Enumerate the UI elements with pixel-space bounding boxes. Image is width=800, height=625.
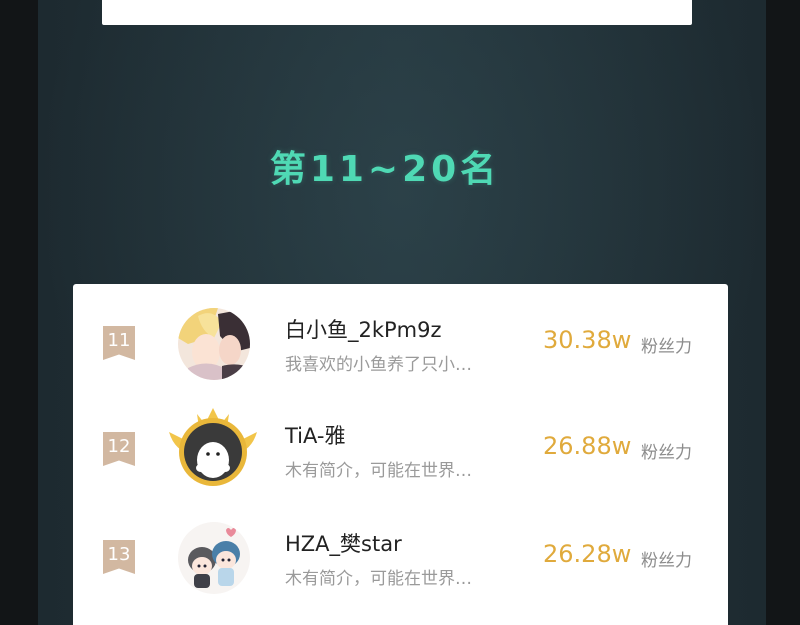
user-name[interactable]: TiA-雅 [285,420,346,450]
user-bio: 我喜欢的小鱼养了只小… [285,355,472,375]
user-name[interactable]: HZA_樊star [285,528,402,558]
section-title: 第11~20名 [269,149,501,190]
fan-power-label: 粉丝力 [641,551,692,571]
ranking-row-12[interactable]: 12 TiA-雅 木有简介，可能在世界… 26.88w 粉丝力 [73,394,728,494]
previous-section-card [102,0,692,25]
page: 第11~20名 11 白小鱼_2kPm9z 我喜欢的小鱼养了只小… 30.38w [0,0,800,625]
user-name[interactable]: 白小鱼_2kPm9z [285,314,442,344]
avatar-anime-couple-icon[interactable] [178,308,250,380]
rank-badge: 13 [103,540,135,574]
fan-power-label: 粉丝力 [641,337,692,357]
rank-badge: 11 [103,326,135,360]
ranking-row-13[interactable]: 13 HZA_樊star 木有简介，可能在世界… 26.28w 粉丝力 [73,502,728,602]
user-bio: 木有简介，可能在世界… [285,569,472,589]
user-bio: 木有简介，可能在世界… [285,461,472,481]
rank-badge: 12 [103,432,135,466]
fan-power-score: 26.28w [543,540,632,568]
fan-power-score: 30.38w [543,326,632,354]
ranking-row-11[interactable]: 11 白小鱼_2kPm9z 我喜欢的小鱼养了只小… 30.38w 粉丝力 [73,288,728,388]
fan-power-score: 26.88w [543,432,632,460]
avatar-crowned-blob-icon[interactable] [165,402,261,492]
avatar-chibi-duo-icon[interactable] [178,522,250,594]
ranking-list: 11 白小鱼_2kPm9z 我喜欢的小鱼养了只小… 30.38w 粉丝力 12 … [73,284,728,625]
fan-power-label: 粉丝力 [641,443,692,463]
